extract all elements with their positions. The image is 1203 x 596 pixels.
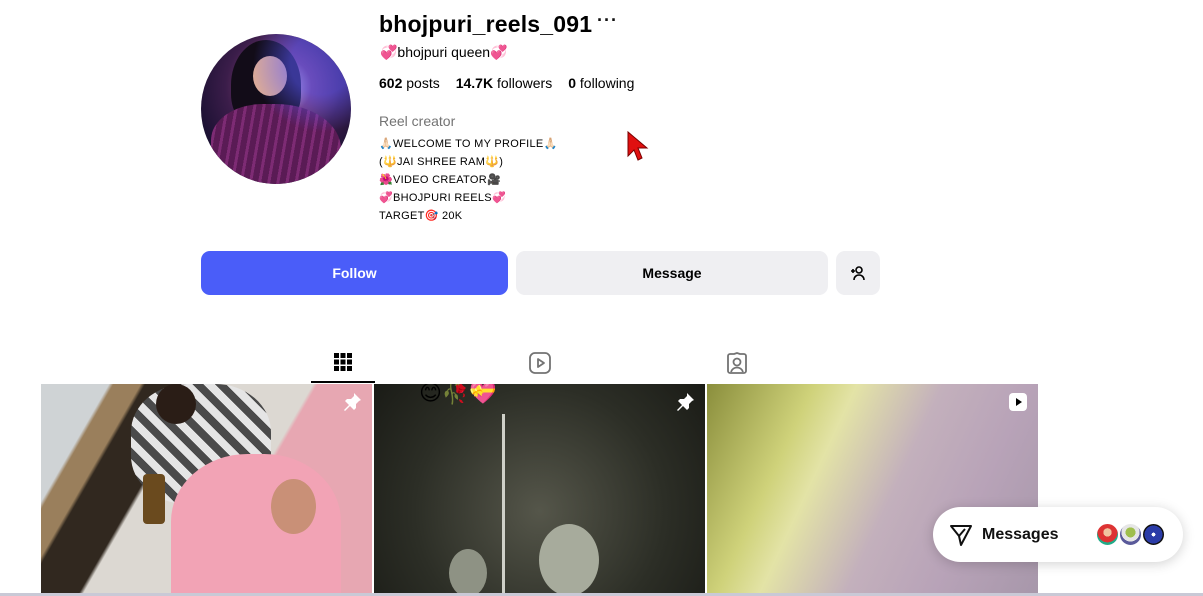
grid-post[interactable] — [41, 384, 372, 596]
followers-stat[interactable]: 14.7K followers — [456, 75, 553, 91]
tab-tagged[interactable] — [705, 343, 769, 383]
avatar — [1118, 522, 1143, 547]
profile-page: bhojpuri_reels_091 ··· 💞bhojpuri queen💞 … — [0, 0, 1203, 596]
following-stat[interactable]: 0 following — [568, 75, 634, 91]
pin-icon — [675, 392, 695, 412]
post-overlay-text: 😊🥀💝 — [419, 384, 497, 405]
reel-icon — [1008, 392, 1028, 412]
suggest-people-button[interactable] — [836, 251, 880, 295]
profile-bio: 🙏🏻WELCOME TO MY PROFILE🙏🏻 (🔱JAI SHREE RA… — [379, 135, 558, 225]
grid-icon — [334, 353, 352, 371]
grid-post[interactable]: 😊🥀💝 — [374, 384, 705, 596]
mouse-cursor-icon — [627, 130, 649, 161]
bio-line: TARGET🎯 20k — [379, 210, 463, 222]
post-image-figure — [271, 479, 316, 534]
follow-button[interactable]: Follow — [201, 251, 508, 295]
avatar-light — [201, 34, 351, 184]
followers-label: followers — [496, 75, 553, 91]
profile-stats: 602 posts 14.7K followers 0 following — [379, 75, 634, 91]
messages-widget[interactable]: Messages — [933, 507, 1183, 562]
bio-line: 🙏🏻WELCOME TO MY PROFILE🙏🏻 — [379, 138, 558, 150]
add-person-icon — [851, 266, 865, 281]
bio-line: (🔱JAI SHREE RAM🔱) — [379, 156, 504, 168]
bio-line: 💞BHOJPURI REELS💞 — [379, 192, 506, 204]
profile-avatar[interactable] — [201, 34, 351, 184]
followers-count: 14.7K — [455, 75, 494, 91]
tab-reels[interactable] — [508, 343, 572, 383]
avatar — [1141, 522, 1166, 547]
post-image-object — [502, 414, 505, 596]
following-label: following — [579, 75, 635, 91]
post-image-figure — [156, 384, 196, 424]
message-button[interactable]: Message — [516, 251, 828, 295]
following-count: 0 — [568, 75, 577, 91]
avatar — [1095, 522, 1120, 547]
messages-label: Messages — [982, 526, 1059, 543]
tab-posts[interactable] — [311, 343, 375, 383]
posts-stat: 602 posts — [379, 75, 440, 91]
post-image-figure — [539, 524, 599, 596]
send-icon — [950, 525, 972, 546]
post-image-figure — [449, 549, 487, 596]
posts-label: posts — [406, 75, 440, 91]
grid-reel[interactable] — [707, 384, 1038, 596]
posts-grid: 😊🥀💝 — [41, 384, 1039, 596]
posts-count: 602 — [379, 75, 403, 91]
profile-username: bhojpuri_reels_091 — [379, 11, 593, 37]
reels-icon — [529, 352, 551, 374]
more-options-icon[interactable]: ··· — [597, 10, 618, 31]
bio-line: 🌺VIDEO CREATOR🎥 — [379, 174, 501, 186]
profile-category: Reel creator — [379, 113, 456, 129]
post-image-object — [143, 474, 165, 524]
post-image-figure — [171, 454, 341, 596]
profile-full-name: 💞bhojpuri queen💞 — [380, 44, 508, 60]
pin-icon — [342, 392, 362, 412]
tagged-icon — [727, 352, 747, 374]
